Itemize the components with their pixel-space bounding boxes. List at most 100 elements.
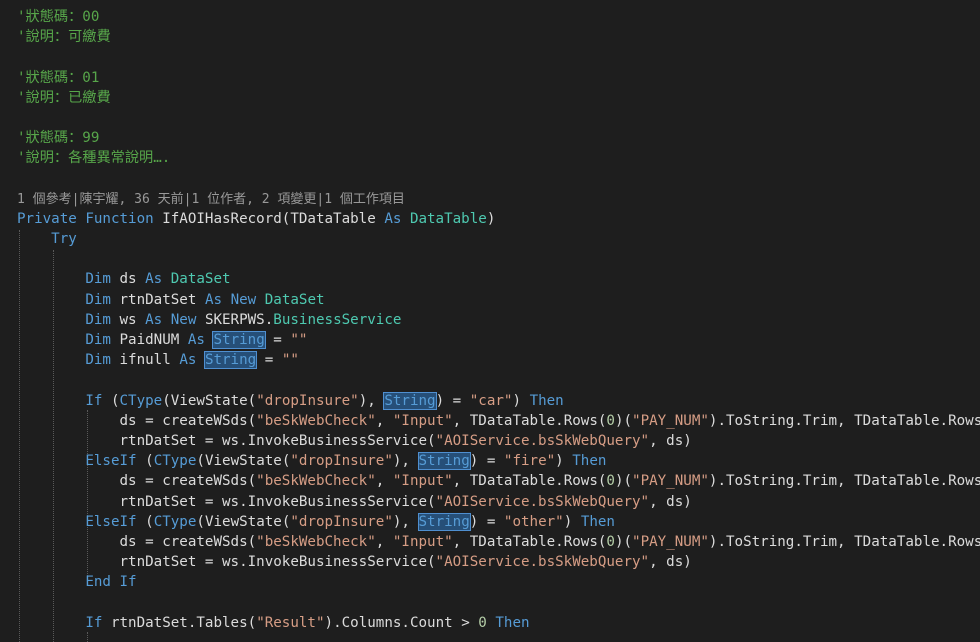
code-token: "beSkWebCheck" [256,533,376,550]
code-token: , TDataTable.Rows( [452,473,607,490]
code-token: DataTable [409,210,487,227]
code-token: "other" [503,513,564,530]
code-line[interactable]: rtnDatSet = ws.InvokeBusinessService("AO… [17,492,980,512]
code-token: (ViewState( [162,392,257,409]
code-token: If [85,392,111,409]
code-token: ) = [469,453,504,470]
code-line[interactable] [17,169,980,189]
codelens-info[interactable]: 1 個參考|陳宇耀, 36 天前|1 位作者, 2 項變更|1 個工作項目 [17,192,405,207]
code-line[interactable] [17,249,980,269]
code-token: , TDataTable.Rows( [452,412,607,429]
code-line[interactable]: Dim ds As DataSet [17,269,980,289]
code-token: 0 [478,614,487,631]
code-token: , [375,473,393,490]
code-token: "Input" [392,473,453,490]
code-token: 0 [606,412,615,429]
code-token: "beSkWebCheck" [256,412,376,429]
code-token: '說明：可繳費 [17,29,111,46]
code-line[interactable]: If (CType(ViewState("dropInsure"), Strin… [17,391,980,411]
code-token: ) [563,513,581,530]
code-token: DataSet [264,291,325,308]
code-token: 0 [606,533,615,550]
code-line[interactable]: rtnDatSet = ws.InvokeBusinessService("AO… [17,431,980,451]
code-line[interactable]: Dim ws As New SKERPWS.BusinessService [17,310,980,330]
code-token: '狀態碼：99 [17,130,100,147]
code-token: ( [145,453,154,470]
code-token: , [375,533,393,550]
code-token: End [85,574,120,591]
code-token: BusinessService [273,311,402,328]
code-token: CType [153,453,197,470]
code-token: Then [580,513,615,530]
code-line[interactable]: '說明：各種異常說明…. [17,148,980,168]
code-token: Private [17,210,86,227]
code-token: "Input" [392,412,453,429]
code-token: ( [145,513,154,530]
code-token: "beSkWebCheck" [256,473,376,490]
code-token: rtnDatSet = ws.InvokeBusinessService( [17,432,436,449]
code-token: ElseIf [85,513,146,530]
code-line[interactable] [17,47,980,67]
code-token: Function [85,210,163,227]
code-line[interactable] [17,108,980,128]
code-token: Dim [85,291,120,308]
code-line[interactable]: Dim rtnDatSet As New DataSet [17,290,980,310]
code-line[interactable]: ds = createWSds("beSkWebCheck", "Input",… [17,411,980,431]
code-line[interactable]: '狀態碼：99 [17,128,980,148]
code-token: String [417,452,471,471]
code-token: ).Columns.Count > [324,614,479,631]
code-editor[interactable]: '狀態碼：00 '說明：可繳費 '狀態碼：01 '說明：已繳費 '狀態碼：99 '說明… [0,0,980,642]
code-token: )( [614,473,633,490]
code-token: rtnDatSet = ws.InvokeBusinessService( [17,554,436,571]
code-line[interactable]: Dim PaidNUM As String = "" [17,330,980,350]
code-line[interactable]: '狀態碼：00 [17,7,980,27]
code-token: '說明：已繳費 [17,89,111,106]
code-token: New [170,311,205,328]
code-line[interactable]: Try [17,229,980,249]
code-line[interactable]: '說明：可繳費 [17,27,980,47]
code-line[interactable]: ds = createWSds("beSkWebCheck", "Input",… [17,532,980,552]
code-line[interactable]: ElseIf (CType(ViewState("dropInsure"), S… [17,512,980,532]
code-token: )( [614,533,633,550]
code-line[interactable]: If rtnDatSet.Tables("Result").Columns.Co… [17,613,980,633]
code-line[interactable]: ElseIf (CType(ViewState("dropInsure"), S… [17,451,980,471]
code-line[interactable] [17,592,980,612]
code-token: IfAOIHasRecord(TDataTable [162,210,385,227]
code-token: , ds) [649,554,692,571]
code-token: "AOIService.bsSkWebQuery" [435,554,650,571]
code-line[interactable]: '說明：已繳費 [17,88,980,108]
code-token: Dim [85,352,120,369]
code-token: = [264,332,291,348]
code-token: ) [486,210,496,227]
code-line[interactable]: rtnDatSet = ws.InvokeBusinessService("AO… [17,552,980,572]
code-token: Then [495,614,530,631]
code-token: "" [281,352,299,369]
code-token: ds = createWSds( [17,473,257,490]
code-token: rtnDatSet = ws.InvokeBusinessService( [17,493,436,510]
code-line[interactable]: '狀態碼：01 [17,68,980,88]
code-token: As [179,352,205,369]
code-line[interactable]: End If [17,572,980,592]
code-line[interactable]: 1 個參考|陳宇耀, 36 天前|1 位作者, 2 項變更|1 個工作項目 [17,189,980,209]
code-token: ) = [435,392,470,409]
code-token: )( [614,412,633,429]
code-line[interactable] [17,370,980,390]
code-line[interactable]: ds = createWSds("beSkWebCheck", "Input",… [17,471,980,491]
code-token: ).ToString.Trim, TDataTable.Rows( [708,412,980,429]
code-line[interactable] [17,633,980,642]
code-token: ) [555,453,573,470]
code-token: ), [392,513,419,530]
code-line[interactable]: Private Function IfAOIHasRecord(TDataTab… [17,209,980,229]
code-token: (ViewState( [196,513,291,530]
code-token: As [204,291,231,308]
code-line[interactable]: Dim ifnull As String = "" [17,350,980,370]
code-token: ).ToString.Trim, TDataTable.Rows( [708,473,980,490]
code-token: "AOIService.bsSkWebQuery" [435,493,650,510]
